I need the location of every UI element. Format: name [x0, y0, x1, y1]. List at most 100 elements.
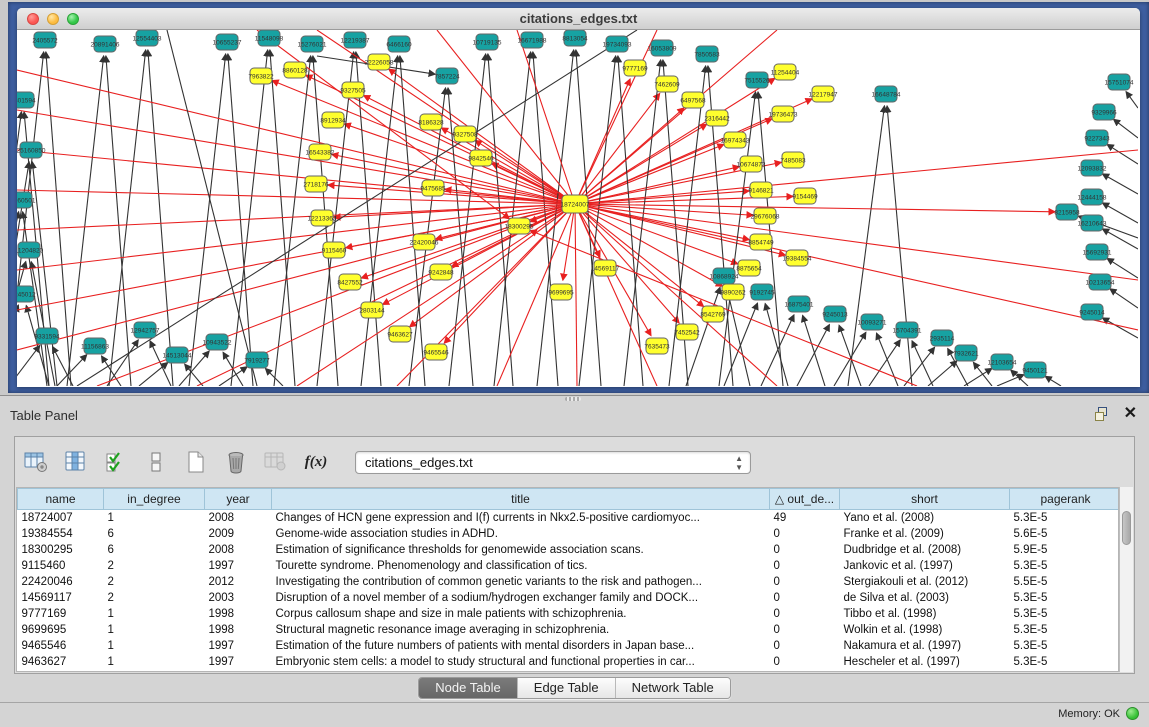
network-node[interactable]: 11548098 [255, 30, 284, 46]
network-node[interactable]: 8215958 [1054, 204, 1080, 220]
delete-column-icon[interactable] [221, 447, 251, 477]
network-node[interactable]: 10868924 [710, 268, 739, 284]
network-node[interactable]: 9242848 [428, 264, 454, 280]
new-column-icon[interactable] [181, 447, 211, 477]
table-row[interactable]: 911546021997Tourette syndrome. Phenomeno… [18, 558, 1120, 574]
network-node[interactable]: 9327508 [452, 126, 478, 142]
table-cell[interactable]: Tibbo et al. (1998) [840, 606, 1010, 622]
network-node[interactable]: 9245012 [17, 286, 36, 302]
network-node[interactable]: 9154469 [792, 188, 818, 204]
table-cell[interactable]: 1998 [205, 622, 272, 638]
table-cell[interactable]: 0 [770, 574, 840, 590]
network-node[interactable]: 8854749 [748, 234, 774, 250]
table-cell[interactable]: 9777169 [18, 606, 104, 622]
network-node[interactable]: 14569117 [591, 260, 620, 276]
table-cell[interactable]: Yano et al. (2008) [840, 510, 1010, 526]
network-node[interactable]: 19734093 [603, 36, 632, 52]
table-selector-dropdown[interactable]: citations_edges.txt ▲▼ [355, 451, 751, 474]
network-canvas[interactable]: 2222605893275058912934165433822718176122… [17, 30, 1138, 386]
table-row[interactable]: 969969511998Structural magnetic resonanc… [18, 622, 1120, 638]
table-cell[interactable]: 2003 [205, 590, 272, 606]
table-cell[interactable]: 0 [770, 606, 840, 622]
table-cell[interactable]: 19384554 [18, 526, 104, 542]
network-node[interactable]: 15751074 [1105, 74, 1134, 90]
table-cell[interactable]: 1 [104, 622, 205, 638]
tab-network-table[interactable]: Network Table [615, 678, 730, 698]
network-node[interactable]: 7932621 [953, 345, 979, 361]
selection-mode-icon[interactable] [101, 447, 131, 477]
table-cell[interactable]: Disruption of a novel member of a sodium… [272, 590, 770, 606]
table-row[interactable]: 1938455462009Genome-wide association stu… [18, 526, 1120, 542]
function-builder-icon[interactable]: f(x) [301, 447, 331, 477]
table-cell[interactable]: 1 [104, 654, 205, 670]
table-mode-icon[interactable] [21, 447, 51, 477]
table-row[interactable]: 977716911998Corpus callosum shape and si… [18, 606, 1120, 622]
network-node[interactable]: 29676068 [751, 208, 780, 224]
tab-node-table[interactable]: Node Table [419, 678, 517, 698]
network-node[interactable]: 16648784 [872, 86, 901, 102]
network-node[interactable]: 20891406 [91, 36, 120, 52]
network-node[interactable]: 7515526 [744, 72, 770, 88]
table-cell[interactable]: 18300295 [18, 542, 104, 558]
network-node[interactable]: 16543382 [306, 144, 335, 160]
table-cell[interactable]: 0 [770, 590, 840, 606]
table-cell[interactable]: 1 [104, 638, 205, 654]
network-node[interactable]: 8912934 [320, 112, 346, 128]
table-cell[interactable]: 5.3E-5 [1010, 558, 1120, 574]
table-cell[interactable]: 49 [770, 510, 840, 526]
network-node[interactable]: 12942757 [131, 322, 160, 338]
column-header-short[interactable]: short [840, 489, 1010, 510]
network-node[interactable]: 16974343 [721, 132, 750, 148]
network-node[interactable]: 9327505 [340, 82, 366, 98]
table-cell[interactable]: 1998 [205, 606, 272, 622]
table-row[interactable]: 1456911722003Disruption of a novel membe… [18, 590, 1120, 606]
table-cell[interactable]: Hescheler et al. (1997) [840, 654, 1010, 670]
network-node[interactable]: 6466160 [386, 36, 412, 52]
network-node[interactable]: 9465546 [423, 344, 449, 360]
network-node[interactable]: 16671988 [518, 32, 547, 48]
table-cell[interactable]: Nakamura et al. (1997) [840, 638, 1010, 654]
table-cell[interactable]: 5.3E-5 [1010, 590, 1120, 606]
table-cell[interactable]: 2012 [205, 574, 272, 590]
table-cell[interactable]: 18724007 [18, 510, 104, 526]
table-cell[interactable]: 5.3E-5 [1010, 510, 1120, 526]
network-node[interactable]: 12444158 [1078, 189, 1107, 205]
network-node[interactable]: 12213363 [308, 210, 337, 226]
table-cell[interactable]: Wolkin et al. (1998) [840, 622, 1010, 638]
row-height-icon[interactable] [141, 447, 171, 477]
network-node[interactable]: 7919277 [244, 352, 270, 368]
table-cell[interactable]: 0 [770, 526, 840, 542]
table-cell[interactable]: 0 [770, 654, 840, 670]
network-node[interactable]: 7462609 [654, 76, 680, 92]
network-node[interactable]: 9146821 [748, 182, 774, 198]
table-cell[interactable]: 22420046 [18, 574, 104, 590]
network-node[interactable]: 12554403 [133, 30, 162, 46]
table-cell[interactable]: 9115460 [18, 558, 104, 574]
network-node[interactable]: 15704391 [893, 322, 922, 338]
network-node[interactable]: 15276021 [298, 36, 327, 52]
memory-status-indicator[interactable] [1126, 707, 1139, 720]
window-titlebar[interactable]: citations_edges.txt [17, 8, 1140, 30]
network-node[interactable]: 22226058 [365, 54, 394, 70]
float-panel-icon[interactable] [1094, 406, 1110, 422]
table-cell[interactable]: Genome-wide association studies in ADHD. [272, 526, 770, 542]
table-cell[interactable]: 2008 [205, 542, 272, 558]
network-node[interactable]: 22420046 [410, 234, 439, 250]
network-node[interactable]: 11204820 [17, 242, 44, 258]
table-cell[interactable]: 9699695 [18, 622, 104, 638]
table-cell[interactable]: 1997 [205, 638, 272, 654]
table-cell[interactable]: 5.3E-5 [1010, 622, 1120, 638]
network-node[interactable]: 11156863 [81, 338, 109, 354]
network-node[interactable]: 18724007 [561, 195, 590, 213]
network-node[interactable]: 8875654 [736, 260, 762, 276]
table-cell[interactable]: 0 [770, 542, 840, 558]
column-header-pagerank[interactable]: pagerank [1010, 489, 1120, 510]
table-cell[interactable]: 0 [770, 558, 840, 574]
network-node[interactable]: 8427552 [337, 274, 363, 290]
table-row[interactable]: 2242004622012Investigating the contribut… [18, 574, 1120, 590]
network-node[interactable]: 14513044 [163, 347, 192, 363]
network-node[interactable]: 9245013 [822, 306, 848, 322]
network-node[interactable]: 9450121 [1022, 362, 1048, 378]
table-scrollbar[interactable] [1119, 487, 1133, 672]
network-node[interactable]: 6497568 [680, 92, 706, 108]
